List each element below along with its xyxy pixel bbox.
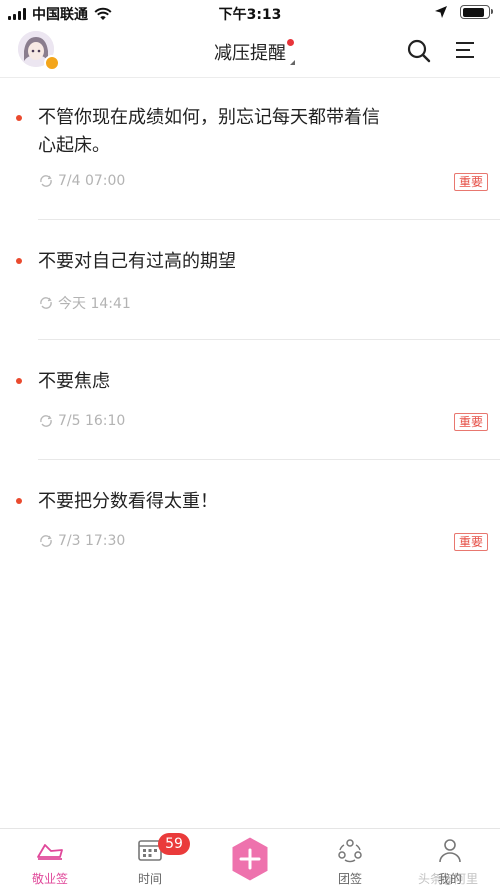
location-arrow-icon (435, 6, 447, 18)
tab-label: 团签 (337, 872, 362, 886)
reminder-meta: 今天 14:41 (38, 293, 131, 313)
status-bar: 中国联通 下午3:13 (0, 0, 500, 26)
status-time: 下午3:13 (218, 7, 282, 23)
reminder-text: 不要焦虑 (38, 371, 110, 392)
reminder-item[interactable]: 不要焦虑 7/5 16:10 重要 (0, 340, 500, 460)
reminder-text: 不要把分数看得太重！ (38, 491, 218, 512)
reminder-item[interactable]: 不管你现在成绩如何，别忘记每天都带着信心起床。 7/4 07:00 重要 (0, 78, 500, 220)
status-right (434, 5, 493, 19)
user-icon (439, 839, 461, 863)
repeat-icon (40, 297, 52, 309)
bullet-dot (16, 115, 22, 121)
tab-label: 敬业签 (31, 872, 68, 886)
reminder-meta: 7/3 17:30 (38, 533, 125, 549)
repeat-icon (40, 415, 52, 427)
battery-icon (460, 5, 493, 19)
reminder-time: 7/3 17:30 (58, 533, 126, 549)
reminder-meta: 7/4 07:00 (38, 173, 125, 189)
watermark: 头条@阿里 (418, 872, 479, 886)
page-title[interactable]: 减压提醒 (214, 39, 295, 65)
unread-dot (287, 39, 294, 46)
reminder-text: 不要对自己有过高的期望 (38, 251, 236, 272)
reminder-text: 不管你现在成绩如何，别忘记每天都带着信心起床。 (38, 107, 380, 156)
dropdown-corner-icon (290, 60, 295, 65)
sign-icon (37, 844, 63, 860)
repeat-icon (40, 175, 52, 187)
bullet-dot (16, 258, 22, 264)
bullet-dot (16, 498, 22, 504)
reminder-item[interactable]: 不要把分数看得太重！ 7/3 17:30 重要 (0, 460, 500, 580)
tab-team[interactable]: 团签 (310, 829, 390, 888)
important-tag: 重要 (453, 533, 488, 551)
reminder-list: 不管你现在成绩如何，别忘记每天都带着信心起床。 7/4 07:00 重要 不要对… (0, 78, 500, 580)
search-icon[interactable] (406, 38, 432, 64)
add-button[interactable] (228, 835, 272, 883)
tab-jingyeqian[interactable]: 敬业签 (10, 829, 90, 888)
important-tag: 重要 (453, 173, 488, 191)
app-header: 减压提醒 (0, 26, 500, 78)
tab-label: 时间 (137, 872, 162, 886)
reminder-time: 7/4 07:00 (58, 173, 126, 189)
repeat-icon (40, 535, 52, 547)
page-title-text: 减压提醒 (214, 43, 286, 64)
reminder-time: 今天 14:41 (58, 296, 131, 312)
reminder-time: 7/5 16:10 (58, 413, 126, 429)
important-tag: 重要 (453, 413, 488, 431)
reminder-item[interactable]: 不要对自己有过高的期望 今天 14:41 (0, 220, 500, 340)
bullet-dot (16, 378, 22, 384)
reminder-meta: 7/5 16:10 (38, 413, 125, 429)
team-icon (338, 839, 362, 863)
time-count-badge: 59 (158, 833, 190, 855)
battery-level (462, 7, 484, 17)
menu-icon[interactable] (454, 40, 476, 60)
